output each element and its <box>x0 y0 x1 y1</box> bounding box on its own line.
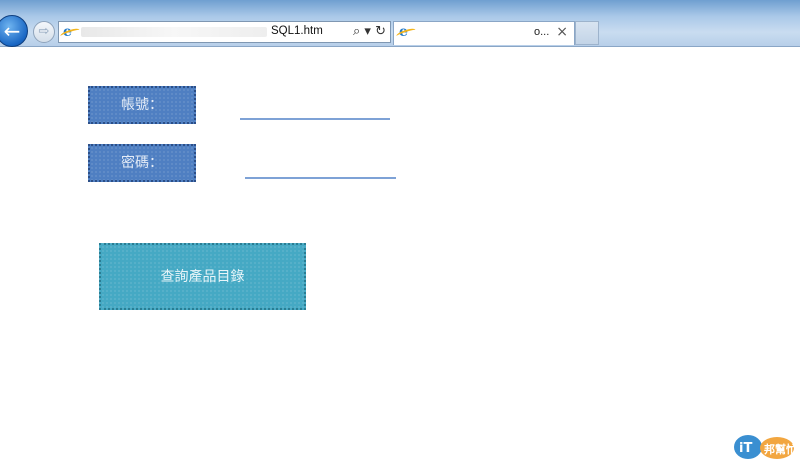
tab-active[interactable]: e o... × <box>393 21 575 45</box>
account-input[interactable] <box>240 118 390 120</box>
password-label: 密碼： <box>88 144 196 182</box>
dropdown-icon[interactable]: ▾ <box>364 24 371 39</box>
ie-page-icon: e <box>63 25 77 39</box>
forward-arrow-icon[interactable]: ⇨ <box>33 21 55 43</box>
close-icon[interactable]: × <box>556 24 568 40</box>
password-input[interactable] <box>245 177 396 179</box>
address-tools: ⌕ ▾ ↻ <box>353 24 386 39</box>
ie-tab-icon: e <box>399 25 413 39</box>
back-arrow-icon[interactable]: ← <box>0 15 28 47</box>
account-label: 帳號： <box>88 86 196 124</box>
query-product-catalog-button[interactable]: 查詢產品目錄 <box>99 243 306 310</box>
address-bar[interactable]: e SQL1.htm ⌕ ▾ ↻ <box>58 21 391 43</box>
url-redacted-area <box>81 27 267 37</box>
refresh-icon[interactable]: ↻ <box>375 24 386 39</box>
watermark-text: 邦幫忙 <box>764 442 795 456</box>
address-url-text: SQL1.htm <box>271 25 323 37</box>
browser-chrome: ← ⇨ e SQL1.htm ⌕ ▾ ↻ e o... × <box>0 0 800 47</box>
tab-title: o... <box>534 26 550 38</box>
svg-text:iT: iT <box>739 441 752 456</box>
ithome-logo-watermark: iT 邦幫忙 <box>734 435 795 459</box>
search-icon[interactable]: ⌕ <box>353 24 360 39</box>
new-tab-button[interactable] <box>575 21 599 45</box>
